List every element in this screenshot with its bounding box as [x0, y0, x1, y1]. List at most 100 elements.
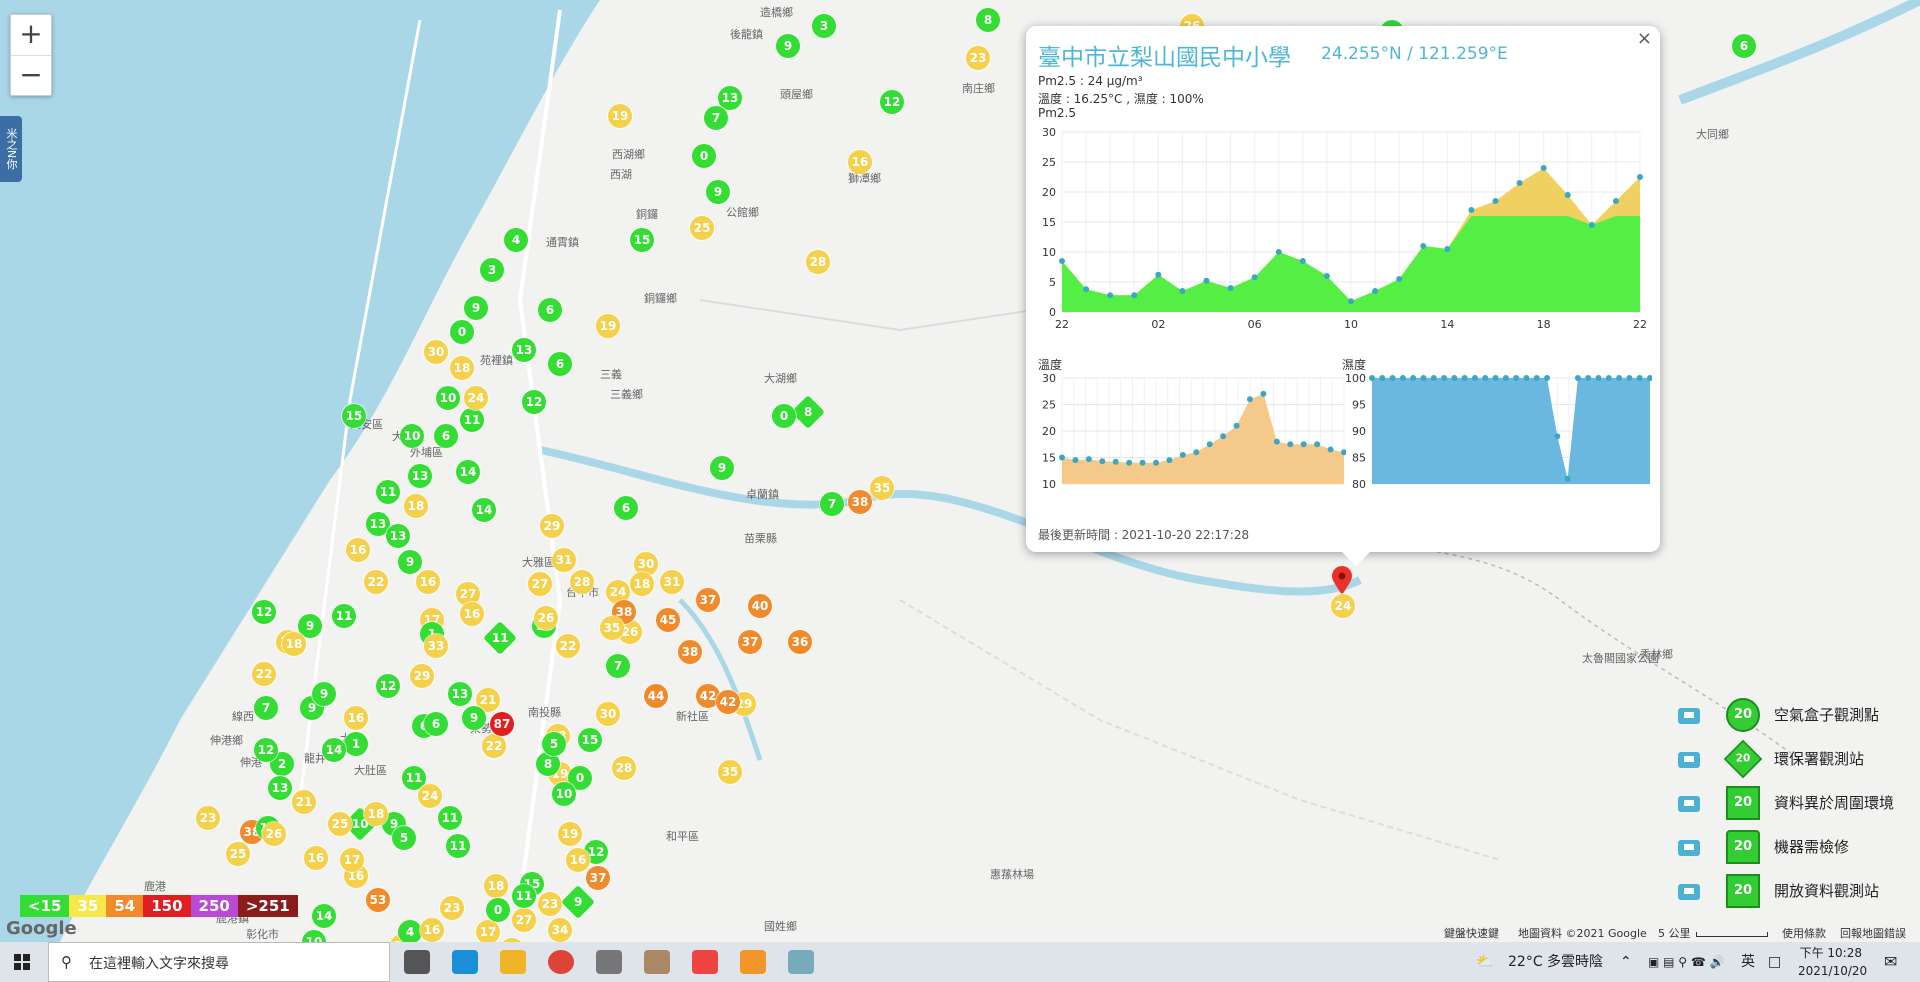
edge-icon[interactable]: [452, 950, 478, 974]
sensor-marker[interactable]: 18: [404, 494, 428, 518]
sensor-marker[interactable]: 23: [196, 806, 220, 830]
sensor-marker[interactable]: 3: [812, 14, 836, 38]
sensor-marker[interactable]: 16: [416, 570, 440, 594]
sensor-marker[interactable]: 23: [538, 892, 562, 916]
keyboard-shortcuts-link[interactable]: 鍵盤快速鍵: [1444, 925, 1499, 941]
sensor-marker[interactable]: 6: [538, 298, 562, 322]
notepad-icon[interactable]: [788, 950, 814, 974]
compass-app-icon[interactable]: [596, 950, 622, 974]
sensor-marker[interactable]: 38: [678, 640, 702, 664]
sensor-marker[interactable]: 27: [512, 908, 536, 932]
sensor-marker[interactable]: 35: [870, 476, 894, 500]
sensor-marker[interactable]: 4: [398, 920, 422, 942]
sensor-marker[interactable]: 14: [322, 738, 346, 762]
sensor-marker[interactable]: 13: [512, 338, 536, 362]
sensor-marker[interactable]: 0: [772, 404, 796, 428]
blender-icon[interactable]: [740, 950, 766, 974]
sensor-marker[interactable]: 24: [418, 784, 442, 808]
sensor-marker[interactable]: 7: [704, 106, 728, 130]
sensor-marker[interactable]: 5: [392, 826, 416, 850]
sensor-marker[interactable]: 16: [460, 602, 484, 626]
sensor-marker[interactable]: 16: [304, 846, 328, 870]
sensor-marker[interactable]: 16: [848, 150, 872, 174]
sensor-marker[interactable]: 9: [462, 706, 486, 730]
zoom-out-button[interactable]: −: [11, 56, 51, 96]
file-explorer-icon[interactable]: [500, 950, 526, 974]
sensor-marker[interactable]: 6: [424, 712, 448, 736]
sensor-marker[interactable]: 14: [456, 460, 480, 484]
sensor-marker[interactable]: 28: [806, 250, 830, 274]
sensor-marker[interactable]: 8: [976, 8, 1000, 32]
snip-icon[interactable]: [644, 950, 670, 974]
taskbar-search-box[interactable]: ⚲ 在這裡輸入文字來搜尋: [48, 942, 390, 982]
task-view-icon[interactable]: [404, 950, 430, 974]
sensor-marker[interactable]: 44: [644, 684, 668, 708]
sensor-marker[interactable]: 13: [408, 464, 432, 488]
sensor-marker[interactable]: 15: [630, 228, 654, 252]
selected-station-marker[interactable]: 24: [1331, 594, 1355, 618]
sensor-marker[interactable]: 15: [342, 404, 366, 428]
sensor-marker[interactable]: 18: [450, 356, 474, 380]
sensor-marker[interactable]: 19: [596, 314, 620, 338]
sensor-marker[interactable]: 30: [424, 340, 448, 364]
sensor-marker[interactable]: 12: [376, 674, 400, 698]
sensor-marker[interactable]: 26: [262, 822, 286, 846]
sensor-marker[interactable]: 13: [448, 682, 472, 706]
sensor-marker[interactable]: 36: [788, 630, 812, 654]
sensor-marker[interactable]: 9: [776, 34, 800, 58]
sensor-marker[interactable]: 18: [282, 632, 306, 656]
sensor-marker[interactable]: 11: [376, 480, 400, 504]
sensor-marker[interactable]: 0: [692, 144, 716, 168]
sensor-marker[interactable]: 40: [748, 594, 772, 618]
sensor-marker[interactable]: 31: [660, 570, 684, 594]
sensor-marker[interactable]: 25: [328, 812, 352, 836]
sensor-marker[interactable]: 26: [534, 606, 558, 630]
sensor-marker[interactable]: 17: [476, 920, 500, 942]
sensor-marker[interactable]: 19: [608, 104, 632, 128]
tray-chevron-icon[interactable]: ⌃: [1620, 942, 1632, 982]
sensor-marker[interactable]: 10: [400, 424, 424, 448]
sensor-marker[interactable]: 6: [548, 352, 572, 376]
chrome-icon[interactable]: [548, 950, 574, 974]
sensor-marker[interactable]: 53: [366, 888, 390, 912]
sensor-marker[interactable]: 28: [570, 570, 594, 594]
sensor-marker[interactable]: 25: [690, 216, 714, 240]
sensor-marker[interactable]: 37: [738, 630, 762, 654]
sensor-marker[interactable]: 11: [512, 884, 536, 908]
sensor-marker[interactable]: 10: [552, 782, 576, 806]
sensor-marker[interactable]: 14: [472, 498, 496, 522]
sensor-marker[interactable]: 45: [656, 608, 680, 632]
sensor-marker[interactable]: 87: [490, 712, 514, 736]
sensor-marker[interactable]: 28: [612, 756, 636, 780]
sensor-marker[interactable]: 15: [578, 728, 602, 752]
sensor-marker[interactable]: 16: [420, 918, 444, 942]
sensor-marker[interactable]: 12: [880, 90, 904, 114]
tray-icons[interactable]: ▣ ▤ ⚲ ☎ 🔊: [1648, 942, 1725, 982]
sensor-marker[interactable]: 11: [332, 604, 356, 628]
selected-pin-icon[interactable]: [1331, 566, 1353, 596]
ime-indicator[interactable]: 英: [1741, 942, 1755, 982]
sensor-marker[interactable]: 19: [558, 822, 582, 846]
sensor-marker[interactable]: 5: [542, 732, 566, 756]
taskbar-clock[interactable]: 下午 10:28 2021/10/20: [1798, 944, 1867, 980]
sensor-marker[interactable]: 9: [706, 180, 730, 204]
paint-icon[interactable]: [692, 950, 718, 974]
sensor-marker[interactable]: 22: [364, 570, 388, 594]
weather-icon[interactable]: ⛅: [1476, 942, 1493, 982]
sensor-marker[interactable]: 16: [344, 706, 368, 730]
sensor-marker[interactable]: 10: [436, 386, 460, 410]
notification-icon[interactable]: ✉: [1884, 942, 1897, 982]
weather-status[interactable]: 22°C 多雲時陰: [1508, 942, 1603, 982]
sensor-marker[interactable]: 24: [464, 386, 488, 410]
sensor-marker[interactable]: 31: [552, 548, 576, 572]
sensor-marker[interactable]: 11: [438, 806, 462, 830]
sensor-marker[interactable]: 6: [434, 424, 458, 448]
sensor-marker[interactable]: 23: [440, 896, 464, 920]
sensor-marker[interactable]: 7: [254, 696, 278, 720]
sensor-marker[interactable]: 0: [450, 320, 474, 344]
sensor-marker[interactable]: 12: [254, 738, 278, 762]
sensor-marker[interactable]: 9: [398, 550, 422, 574]
sensor-marker[interactable]: 18: [630, 572, 654, 596]
sensor-marker[interactable]: 17: [340, 848, 364, 872]
sensor-marker[interactable]: 22: [252, 662, 276, 686]
